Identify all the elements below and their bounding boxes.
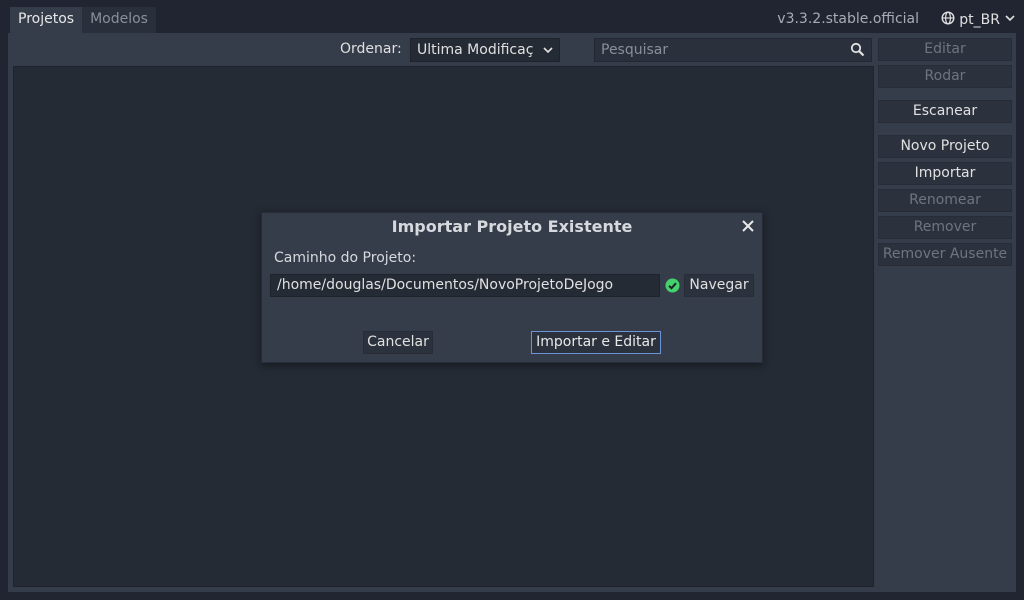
search-input[interactable]: Pesquisar [594,38,872,62]
remove-button[interactable]: Remover [878,216,1012,239]
close-icon[interactable] [740,218,756,234]
new-project-button[interactable]: Novo Projeto [878,135,1012,158]
run-button[interactable]: Rodar [878,65,1012,88]
search-placeholder: Pesquisar [601,42,669,58]
tab-projetos[interactable]: Projetos [10,7,83,33]
scan-button[interactable]: Escanear [878,100,1012,123]
browse-button[interactable]: Navegar [684,274,754,297]
search-icon [850,42,865,64]
version-label: v3.3.2.stable.official [777,11,919,27]
chevron-down-icon [541,42,555,61]
chevron-down-icon [1004,12,1016,28]
check-circle-icon [665,278,680,293]
tab-bar: Projetos Modelos [10,7,156,33]
globe-icon [941,11,955,29]
rename-button[interactable]: Renomear [878,189,1012,212]
dialog-title: Importar Projeto Existente [391,217,633,236]
language-selector[interactable]: pt_BR [941,8,1016,32]
project-path-input[interactable]: /home/douglas/Documentos/NovoProjetoDeJo… [270,274,660,297]
remove-missing-button[interactable]: Remover Ausente [878,243,1012,266]
sort-label: Ordenar: [340,41,402,57]
import-and-edit-button[interactable]: Importar e Editar [531,331,661,354]
project-manager-window: Projetos Modelos v3.3.2.stable.official … [0,0,1024,600]
import-project-dialog: Importar Projeto Existente Caminho do Pr… [261,212,763,363]
project-path-label: Caminho do Projeto: [274,250,417,266]
language-label: pt_BR [959,12,1000,28]
sort-dropdown[interactable]: Ultima Modificaç [410,38,560,62]
cancel-button[interactable]: Cancelar [363,331,433,354]
tab-modelos[interactable]: Modelos [82,7,156,33]
sort-value: Ultima Modificaç [417,42,534,58]
import-button[interactable]: Importar [878,162,1012,185]
edit-button[interactable]: Editar [878,38,1012,61]
